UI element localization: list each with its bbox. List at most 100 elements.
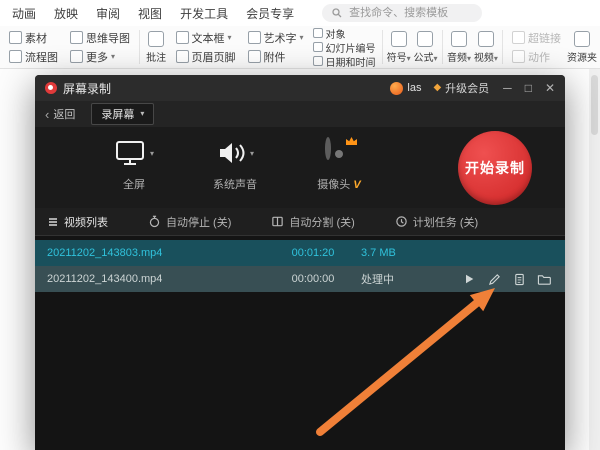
ribbon-resources-button[interactable]: 资源夹 (567, 27, 597, 67)
menu-slideshow[interactable]: 放映 (54, 5, 78, 22)
ribbon-textbox-button[interactable]: 文本框 ▾ (173, 29, 239, 46)
app-window: 动画 放映 审阅 视图 开发工具 会员专享 素材 流程图 (0, 0, 600, 450)
video-row-selected[interactable]: 20211202_143803.mp4 00:01:20 3.7 MB (35, 240, 565, 266)
resources-folder-icon (574, 31, 590, 47)
folder-icon (537, 273, 551, 286)
ribbon-attachment-button[interactable]: 附件 (245, 48, 307, 65)
recorder-options: ▾ 全屏 ▾ 系统声音 (35, 128, 565, 208)
brand-badge: las (390, 82, 421, 95)
ribbon-flowchart-button[interactable]: 流程图 (6, 48, 61, 65)
recorder-titlebar: 屏幕录制 las ◆ 升级会员 ─ □ ✕ (35, 75, 565, 101)
ribbon-object-button[interactable]: 对象 (313, 27, 376, 39)
ribbon-more-button[interactable]: 更多 ▾ (67, 48, 133, 65)
ribbon-action-button[interactable]: 动作 (509, 48, 564, 65)
vip-crown-icon (345, 136, 358, 146)
ribbon-header-footer-button[interactable]: 页眉页脚 (173, 48, 239, 65)
play-button[interactable] (461, 271, 477, 287)
recorder-title: 屏幕录制 (63, 80, 111, 97)
screen-recorder-window: 屏幕录制 las ◆ 升级会员 ─ □ ✕ ‹ 返回 录屏幕 (35, 75, 565, 450)
menu-animation[interactable]: 动画 (12, 5, 36, 22)
ribbon-video-button[interactable]: 视频▾ (472, 27, 499, 67)
material-icon (9, 31, 22, 44)
gem-icon: ◆ (433, 83, 441, 93)
ribbon-audio-button[interactable]: 音频▾ (446, 27, 473, 67)
ribbon-hyperlink-button[interactable]: 超链接 (509, 29, 564, 46)
textbox-icon (176, 31, 189, 44)
datetime-icon (313, 56, 323, 66)
play-icon (463, 273, 475, 285)
chevron-down-icon: ▾ (300, 34, 304, 42)
comment-icon (148, 31, 164, 47)
delete-button[interactable] (561, 271, 565, 287)
ribbon-mindmap-button[interactable]: 思维导图 (67, 29, 133, 46)
ribbon-symbol-button[interactable]: 符号▾ (385, 27, 412, 67)
recorder-logo-icon (45, 82, 57, 94)
command-search[interactable] (322, 4, 482, 22)
chevron-down-icon: ▾ (407, 54, 411, 63)
vertical-scrollbar[interactable] (589, 69, 600, 450)
list-icon (47, 216, 59, 228)
formula-icon (417, 31, 433, 47)
chevron-down-icon: ▾ (433, 54, 437, 63)
scrollbar-thumb[interactable] (591, 75, 598, 135)
chevron-down-icon: ▾ (140, 110, 144, 118)
upgrade-membership-button[interactable]: ◆ 升级会员 (433, 80, 489, 96)
chevron-down-icon: ▾ (111, 53, 115, 61)
minimize-button[interactable]: ─ (503, 82, 512, 94)
webcam-icon (325, 140, 353, 168)
video-row[interactable]: 20211202_143400.mp4 00:00:00 处理中 (35, 266, 565, 292)
chevron-left-icon: ‹ (45, 108, 49, 121)
tab-video-list[interactable]: 视频列表 (47, 214, 108, 230)
ribbon-comment-button[interactable]: 批注 (143, 27, 170, 67)
camera-option[interactable]: 摄像头 V (297, 140, 381, 192)
tab-auto-split[interactable]: 自动分割 (关) (271, 214, 354, 230)
chevron-down-icon: ▾ (150, 150, 154, 158)
wordart-icon (248, 31, 261, 44)
ribbon-divider (382, 30, 383, 64)
slide-number-icon (313, 42, 323, 52)
video-list: 20211202_143803.mp4 00:01:20 3.7 MB 2021… (35, 236, 565, 450)
ribbon-formula-button[interactable]: 公式▾ (412, 27, 439, 67)
ribbon-material-button[interactable]: 素材 (6, 29, 61, 46)
trash-icon (563, 273, 566, 286)
more-icon (70, 50, 83, 63)
menubar: 动画 放映 审阅 视图 开发工具 会员专享 (0, 0, 600, 27)
start-record-button[interactable]: 开始录制 (458, 131, 532, 205)
timer-icon (148, 215, 161, 228)
hyperlink-icon (512, 31, 525, 44)
chevron-down-icon: ▾ (467, 54, 471, 63)
menu-membership[interactable]: 会员专享 (246, 5, 294, 22)
brand-flame-icon (390, 82, 403, 95)
action-icon (512, 50, 525, 63)
maximize-button[interactable]: □ (525, 82, 532, 94)
open-folder-button[interactable] (536, 271, 552, 287)
video-icon (478, 31, 494, 47)
video-filename: 20211202_143400.mp4 (35, 273, 265, 285)
menu-devtools[interactable]: 开发工具 (180, 5, 228, 22)
ribbon-wordart-button[interactable]: 艺术字 ▾ (245, 29, 307, 46)
ribbon-divider (442, 30, 443, 64)
search-input[interactable] (347, 6, 471, 20)
tab-auto-stop[interactable]: 自动停止 (关) (148, 214, 231, 230)
record-mode-dropdown[interactable]: 录屏幕 ▾ (91, 103, 154, 125)
split-icon (271, 215, 284, 228)
close-button[interactable]: ✕ (545, 82, 555, 94)
chevron-down-icon: ▾ (228, 34, 232, 42)
header-footer-icon (176, 50, 189, 63)
tab-scheduled-task[interactable]: 计划任务 (关) (395, 214, 478, 230)
fullscreen-option[interactable]: ▾ 全屏 (95, 140, 173, 192)
menu-view[interactable]: 视图 (138, 5, 162, 22)
edit-button[interactable] (486, 271, 502, 287)
chevron-down-icon: ▾ (250, 150, 254, 158)
recorder-tabsbar: 视频列表 自动停止 (关) 自动分割 (关) (35, 208, 565, 236)
monitor-icon (114, 140, 146, 167)
pencil-icon (488, 273, 501, 286)
ribbon-slide-number-button[interactable]: 幻灯片编号 (313, 41, 376, 53)
search-icon (332, 8, 342, 18)
menu-review[interactable]: 审阅 (96, 5, 120, 22)
system-sound-option[interactable]: ▾ 系统声音 (193, 140, 277, 192)
ribbon-datetime-button[interactable]: 日期和时间 (313, 55, 376, 67)
file-button[interactable] (511, 271, 527, 287)
back-button[interactable]: ‹ 返回 (45, 106, 75, 122)
brand-text: las (407, 82, 421, 94)
